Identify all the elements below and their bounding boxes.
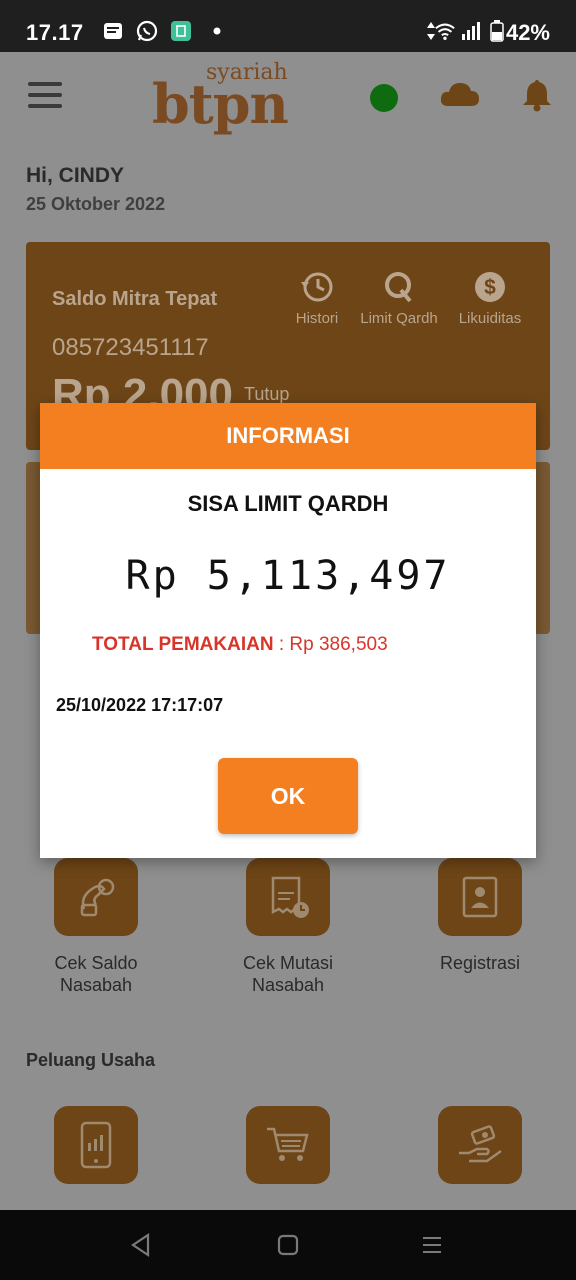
limit-qardh-label: Limit Qardh (360, 310, 438, 327)
section-peluang-usaha: Peluang Usaha (26, 1050, 156, 1070)
recents-icon[interactable] (420, 1232, 450, 1258)
saldo-hide-toggle[interactable]: Tutup (244, 384, 289, 405)
back-icon[interactable] (128, 1232, 158, 1258)
phone-icon (54, 1106, 138, 1184)
whatsapp-icon (136, 20, 158, 42)
limit-qardh-action[interactable]: Limit Qardh (354, 270, 444, 327)
signal-icon (460, 20, 482, 42)
bell-icon[interactable] (522, 78, 552, 117)
likuiditas-label: Likuiditas (458, 310, 522, 327)
dialog-timestamp: 25/10/2022 17:17:07 (56, 695, 224, 715)
total-usage: TOTAL PEMAKAIAN : Rp 386,503 (92, 634, 388, 656)
saldo-phone: 085723451117 (52, 334, 209, 361)
cloud-icon[interactable] (440, 80, 480, 113)
peluang-item-money[interactable] (410, 1106, 550, 1184)
dot-icon (206, 20, 228, 42)
total-usage-separator: : (273, 634, 290, 655)
status-time: 17.17 (26, 20, 84, 45)
dialog-subtitle: SISA LIMIT QARDH (187, 491, 389, 516)
greeting-date: 25 Oktober 2022 (26, 194, 166, 214)
dollar-icon: $ (475, 272, 505, 302)
saldo-label: Saldo Mitra Tepat (52, 288, 218, 310)
peluang-item-cart[interactable] (218, 1106, 358, 1184)
menu-registrasi[interactable]: Registrasi (410, 858, 550, 974)
history-icon (301, 272, 333, 302)
history-action[interactable]: Histori (292, 270, 342, 327)
logo-btpn-text: btpn (152, 72, 289, 136)
svg-text:$: $ (484, 276, 496, 299)
battery-icon (486, 20, 508, 42)
menu-registrasi-label: Registrasi (439, 953, 521, 973)
money-hand-icon (438, 1106, 522, 1184)
ok-button[interactable]: OK (218, 758, 358, 834)
greeting-name: Hi, CINDY (26, 164, 125, 187)
mutation-icon (246, 858, 330, 936)
wifi-icon (434, 20, 456, 42)
dialog-title: INFORMASI (40, 403, 536, 469)
menu-cek-saldo[interactable]: Cek Saldo Nasabah (26, 858, 166, 996)
history-label: Histori (295, 310, 339, 327)
total-usage-label: TOTAL PEMAKAIAN (92, 634, 274, 655)
peluang-item-phone[interactable] (26, 1106, 166, 1184)
message-icon (102, 20, 124, 42)
app-icon (170, 20, 192, 42)
remaining-limit-amount: Rp 5,113,497 (125, 553, 451, 599)
battery-percent: 42% (505, 20, 550, 45)
home-icon[interactable] (276, 1232, 306, 1258)
registration-icon (438, 858, 522, 936)
menu-cek-mutasi-label: Cek Mutasi Nasabah (242, 953, 334, 995)
btpn-syariah-logo: syariah btpn (152, 56, 292, 136)
likuiditas-action[interactable]: $ Likuiditas (454, 270, 526, 327)
check-balance-icon (54, 858, 138, 936)
online-status-indicator (370, 84, 398, 112)
cart-icon (246, 1106, 330, 1184)
q-icon (385, 272, 412, 303)
menu-cek-saldo-label: Cek Saldo Nasabah (54, 953, 138, 995)
info-dialog: INFORMASI SISA LIMIT QARDH Rp 5,113,497 … (40, 403, 536, 858)
menu-cek-mutasi[interactable]: Cek Mutasi Nasabah (218, 858, 358, 996)
total-usage-value: Rp 386,503 (289, 634, 388, 655)
menu-icon[interactable] (28, 82, 62, 108)
system-nav-bar (0, 1210, 576, 1280)
